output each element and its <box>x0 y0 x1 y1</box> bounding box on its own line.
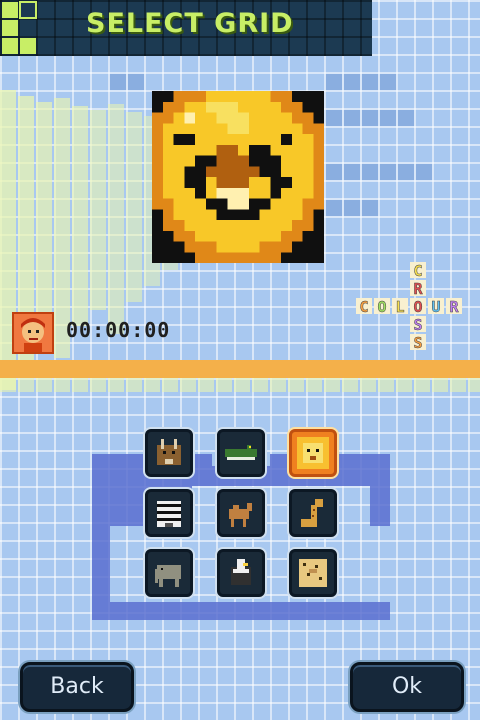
grid-thumbnail-leopard[interactable] <box>289 549 337 597</box>
selected-grid-preview <box>152 91 324 263</box>
leopard-icon <box>299 559 327 587</box>
svg-text:C: C <box>413 262 422 280</box>
ok-button[interactable]: Ok <box>350 662 464 712</box>
svg-text:O: O <box>377 298 386 316</box>
back-button[interactable]: Back <box>20 662 134 712</box>
svg-text:S: S <box>413 316 422 334</box>
svg-text:C: C <box>359 298 368 316</box>
svg-text:R: R <box>413 280 423 298</box>
grid-thumbnail-vulture[interactable] <box>217 549 265 597</box>
grid-thumbnail-zebra[interactable] <box>145 489 193 537</box>
grid-thumbnail-camel[interactable] <box>217 489 265 537</box>
svg-text:R: R <box>449 298 459 316</box>
player-avatar <box>12 312 54 354</box>
elephant-icon <box>155 565 181 587</box>
header-deco-icon <box>2 1 37 54</box>
timer-readout: 00:00:00 <box>66 318 171 342</box>
vulture-icon <box>231 559 251 585</box>
lion-icon <box>297 437 329 469</box>
grid-thumbnail-elephant[interactable] <box>145 549 193 597</box>
player-face-icon <box>21 318 45 352</box>
antelope-icon <box>157 439 181 465</box>
svg-text:O: O <box>413 298 422 316</box>
giraffe-icon <box>301 499 323 527</box>
grid-thumbnail-crocodile[interactable] <box>217 429 265 477</box>
page-title: SELECT GRID <box>86 8 294 39</box>
orange-strip <box>0 360 480 378</box>
svg-text:U: U <box>431 298 440 316</box>
zebra-icon <box>157 501 181 527</box>
svg-text:L: L <box>395 298 404 316</box>
grid-thumbnail-antelope[interactable] <box>145 429 193 477</box>
camel-icon <box>229 503 252 527</box>
grid-thumbnail-lion[interactable] <box>289 429 337 477</box>
colour-cross-logo: C O L O U RCRSS <box>356 262 462 352</box>
crocodile-icon <box>225 445 257 460</box>
header-bar: SELECT GRID <box>0 0 372 56</box>
grid-thumbnail-giraffe[interactable] <box>289 489 337 537</box>
svg-text:S: S <box>413 334 422 352</box>
